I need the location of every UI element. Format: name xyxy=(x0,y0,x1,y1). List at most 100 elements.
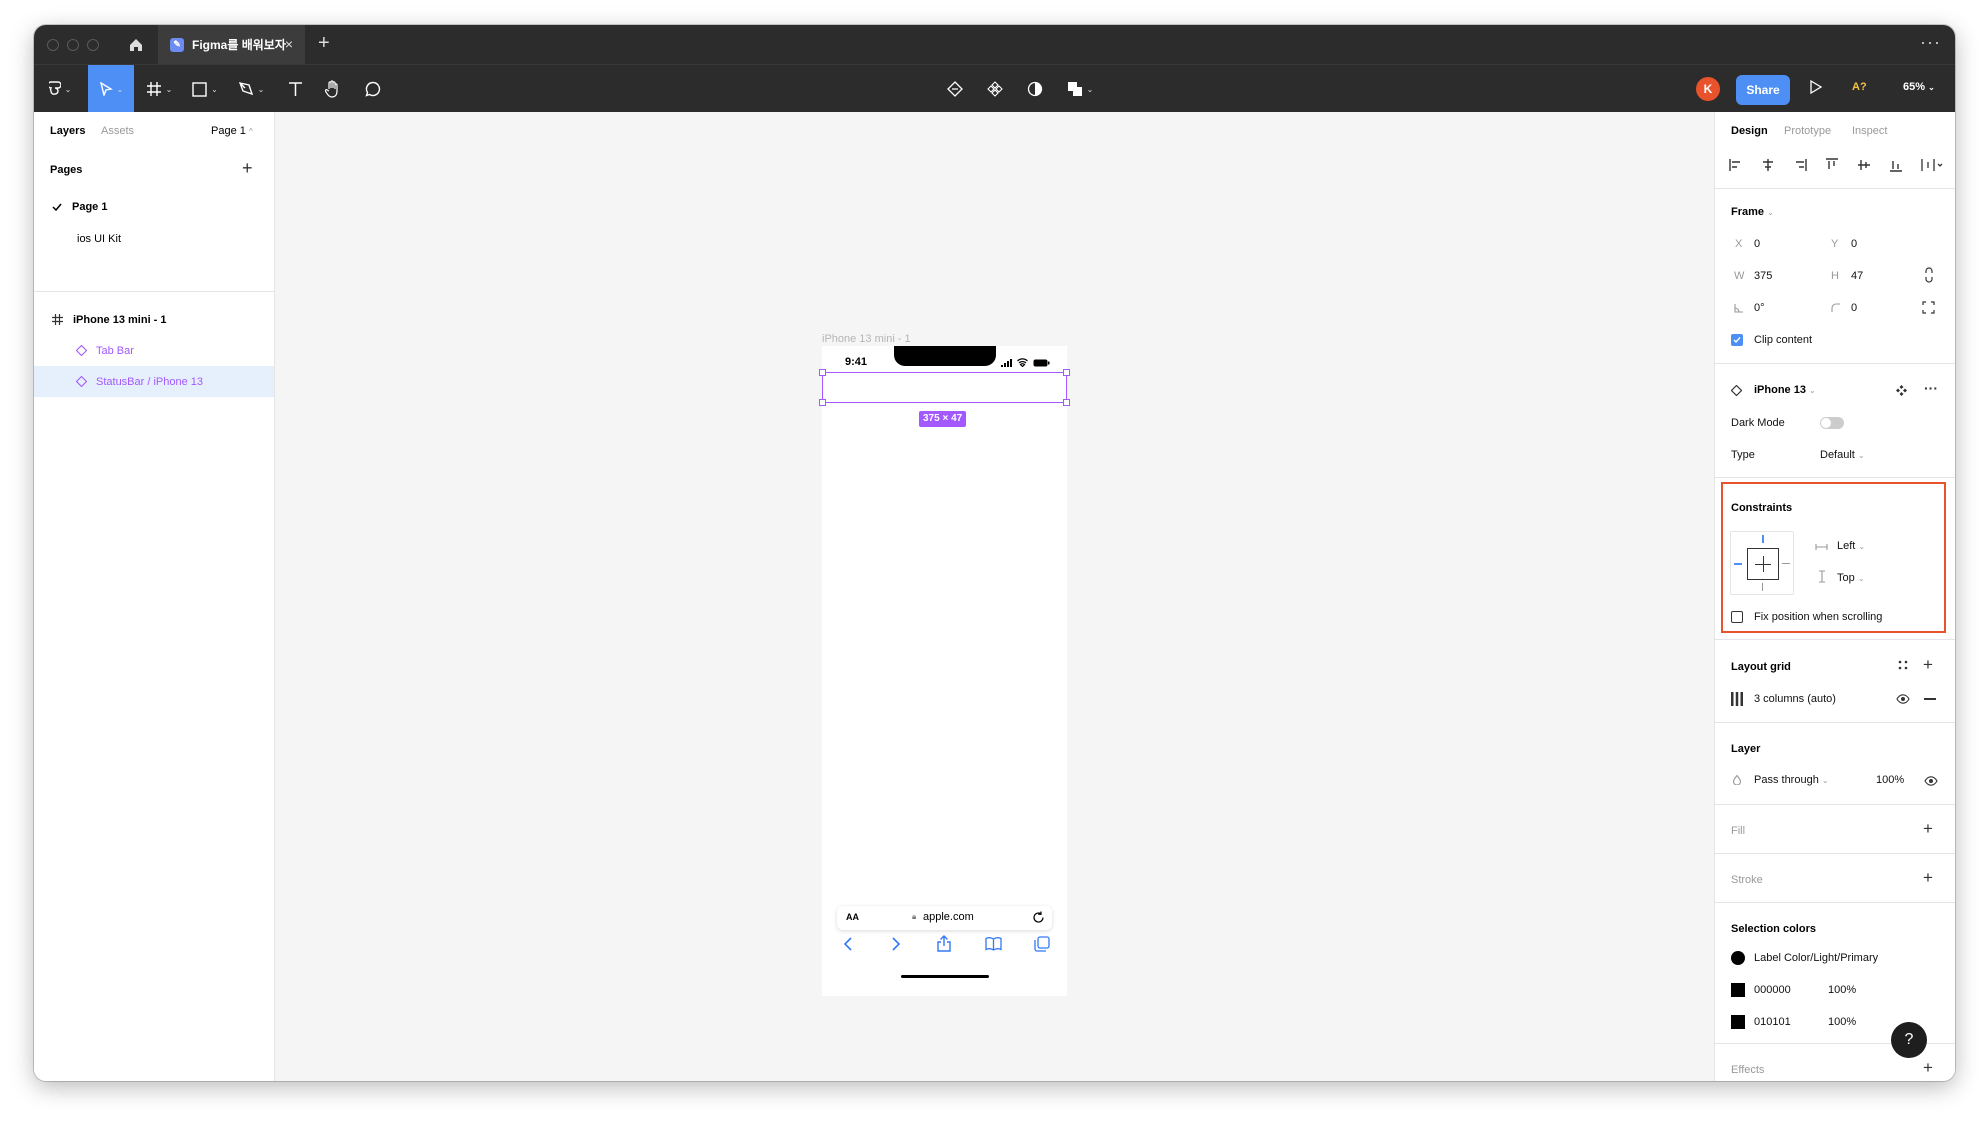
align-vertical-center-icon[interactable] xyxy=(1857,158,1871,172)
mask-button[interactable] xyxy=(1020,65,1050,113)
blend-mode-select[interactable]: Pass through ⌄ xyxy=(1754,774,1829,786)
page-item-page-1[interactable]: Page 1 xyxy=(34,192,274,222)
frame-tool-button[interactable]: ⌄ xyxy=(140,65,178,113)
eye-icon[interactable] xyxy=(1924,776,1938,786)
constraint-center-v[interactable] xyxy=(1763,556,1764,572)
align-horizontal-center-icon[interactable] xyxy=(1761,158,1775,172)
accessibility-check-button[interactable]: A? xyxy=(1852,81,1867,93)
fix-position-checkbox[interactable] xyxy=(1731,611,1743,623)
instance-name-select[interactable]: iPhone 13 ⌄ xyxy=(1754,384,1816,396)
more-options-icon[interactable]: ··· xyxy=(1920,32,1941,53)
opacity-input[interactable]: 100% xyxy=(1876,774,1904,786)
resize-handle[interactable] xyxy=(819,399,826,406)
resize-handle[interactable] xyxy=(1063,399,1070,406)
constraint-bottom-bar[interactable] xyxy=(1762,583,1763,591)
frame-header[interactable]: Frame ⌄ xyxy=(1731,206,1774,218)
zoom-menu-button[interactable]: 65% ⌄ xyxy=(1903,81,1935,93)
boolean-ops-button[interactable]: ⌄ xyxy=(1060,65,1100,113)
home-button[interactable] xyxy=(116,25,156,64)
layer-row-statusbar[interactable]: StatusBar / iPhone 13 xyxy=(34,366,274,397)
help-button[interactable]: ? xyxy=(1891,1022,1927,1058)
resize-handle[interactable] xyxy=(819,369,826,376)
safari-address-bar[interactable]: AA 🔒︎ apple.com xyxy=(837,906,1052,930)
more-options-icon[interactable]: ··· xyxy=(1924,380,1938,396)
add-layout-grid-icon[interactable]: + xyxy=(1923,655,1933,675)
layer-row-tab-bar[interactable]: Tab Bar xyxy=(34,335,274,366)
frame-label[interactable]: iPhone 13 mini - 1 xyxy=(822,333,911,345)
comment-tool-button[interactable] xyxy=(358,65,388,113)
close-tab-icon[interactable]: × xyxy=(285,36,293,52)
distribute-icon[interactable] xyxy=(1921,158,1943,172)
grid-styles-icon[interactable] xyxy=(1898,660,1908,670)
file-tab[interactable]: ✎ Figma를 배워보자 × xyxy=(158,25,305,64)
align-top-icon[interactable] xyxy=(1825,158,1839,172)
main-menu-button[interactable]: ⌄ xyxy=(42,65,78,113)
tab-assets[interactable]: Assets xyxy=(101,125,134,137)
share-button[interactable]: Share xyxy=(1736,75,1790,105)
tab-inspect[interactable]: Inspect xyxy=(1852,125,1887,137)
back-icon[interactable] xyxy=(843,937,853,951)
columns-grid-icon[interactable] xyxy=(1730,692,1744,706)
y-input[interactable]: 0 xyxy=(1851,238,1857,250)
add-effect-icon[interactable]: + xyxy=(1923,1058,1933,1078)
page-selector[interactable]: Page 1 ^ xyxy=(211,125,253,137)
present-button[interactable] xyxy=(1809,79,1823,95)
new-tab-button[interactable]: + xyxy=(318,32,330,55)
text-size-button[interactable]: AA xyxy=(846,912,859,922)
text-tool-button[interactable] xyxy=(280,65,310,113)
corner-radius-input[interactable]: 0 xyxy=(1851,302,1857,314)
align-left-icon[interactable] xyxy=(1729,158,1743,172)
align-bottom-icon[interactable] xyxy=(1889,158,1903,172)
add-stroke-icon[interactable]: + xyxy=(1923,868,1933,888)
pen-tool-button[interactable]: ⌄ xyxy=(232,65,270,113)
forward-icon[interactable] xyxy=(891,937,901,951)
constrain-proportions-icon[interactable] xyxy=(1924,267,1934,283)
shape-tool-button[interactable]: ⌄ xyxy=(186,65,224,113)
page-item-ios-ui-kit[interactable]: ios UI Kit xyxy=(34,224,274,254)
rotation-input[interactable]: 0° xyxy=(1754,302,1765,314)
iphone-frame[interactable]: 9:41 AA 🔒︎ apple.com xyxy=(822,346,1067,996)
add-fill-icon[interactable]: + xyxy=(1923,819,1933,839)
color-swatch-style[interactable] xyxy=(1731,951,1745,965)
constraint-right-bar[interactable] xyxy=(1782,563,1790,564)
layer-row-iphone-frame[interactable]: iPhone 13 mini - 1 xyxy=(34,304,274,335)
eye-icon[interactable] xyxy=(1896,694,1910,704)
resize-handle[interactable] xyxy=(1063,369,1070,376)
vertical-constraint-select[interactable]: Top ⌄ xyxy=(1837,572,1865,584)
canvas[interactable]: iPhone 13 mini - 1 9:41 AA 🔒︎ apple.com xyxy=(275,112,1714,1081)
constraint-left-bar[interactable] xyxy=(1734,563,1742,565)
x-input[interactable]: 0 xyxy=(1754,238,1760,250)
tab-design[interactable]: Design xyxy=(1731,125,1768,137)
width-input[interactable]: 375 xyxy=(1754,270,1772,282)
selection-color-row[interactable]: 000000 100% xyxy=(1731,981,1941,999)
constraints-widget[interactable] xyxy=(1730,531,1794,595)
add-page-icon[interactable]: + xyxy=(242,158,253,179)
url-text[interactable]: apple.com xyxy=(923,911,974,923)
selection-box[interactable] xyxy=(819,369,1070,406)
layout-grid-item[interactable]: 3 columns (auto) xyxy=(1754,693,1836,705)
selection-color-hex[interactable]: 010101 xyxy=(1754,1016,1791,1028)
dark-mode-toggle[interactable] xyxy=(1820,417,1844,429)
remove-layout-grid-icon[interactable] xyxy=(1924,698,1936,700)
go-to-main-component-icon[interactable] xyxy=(1896,385,1907,396)
minimize-window-button[interactable] xyxy=(67,39,79,51)
color-swatch[interactable] xyxy=(1731,983,1745,997)
clip-content-checkbox[interactable] xyxy=(1731,334,1743,346)
selection-color-opacity[interactable]: 100% xyxy=(1828,1016,1856,1028)
bookmarks-icon[interactable] xyxy=(985,937,1002,951)
selection-color-row[interactable]: Label Color/Light/Primary xyxy=(1731,949,1941,967)
detach-instance-button[interactable] xyxy=(940,65,970,113)
tab-prototype[interactable]: Prototype xyxy=(1784,125,1831,137)
share-icon[interactable] xyxy=(937,935,951,952)
user-avatar[interactable]: K xyxy=(1696,77,1720,101)
create-component-button[interactable] xyxy=(980,65,1010,113)
hand-tool-button[interactable] xyxy=(318,65,348,113)
independent-corners-icon[interactable] xyxy=(1922,301,1935,314)
color-swatch[interactable] xyxy=(1731,1015,1745,1029)
horizontal-constraint-select[interactable]: Left ⌄ xyxy=(1837,540,1865,552)
type-select[interactable]: Default ⌄ xyxy=(1820,449,1865,461)
tabs-icon[interactable] xyxy=(1034,936,1050,952)
tab-layers[interactable]: Layers xyxy=(50,125,85,137)
move-tool-button[interactable]: ⌄ xyxy=(88,65,134,113)
selection-color-opacity[interactable]: 100% xyxy=(1828,984,1856,996)
